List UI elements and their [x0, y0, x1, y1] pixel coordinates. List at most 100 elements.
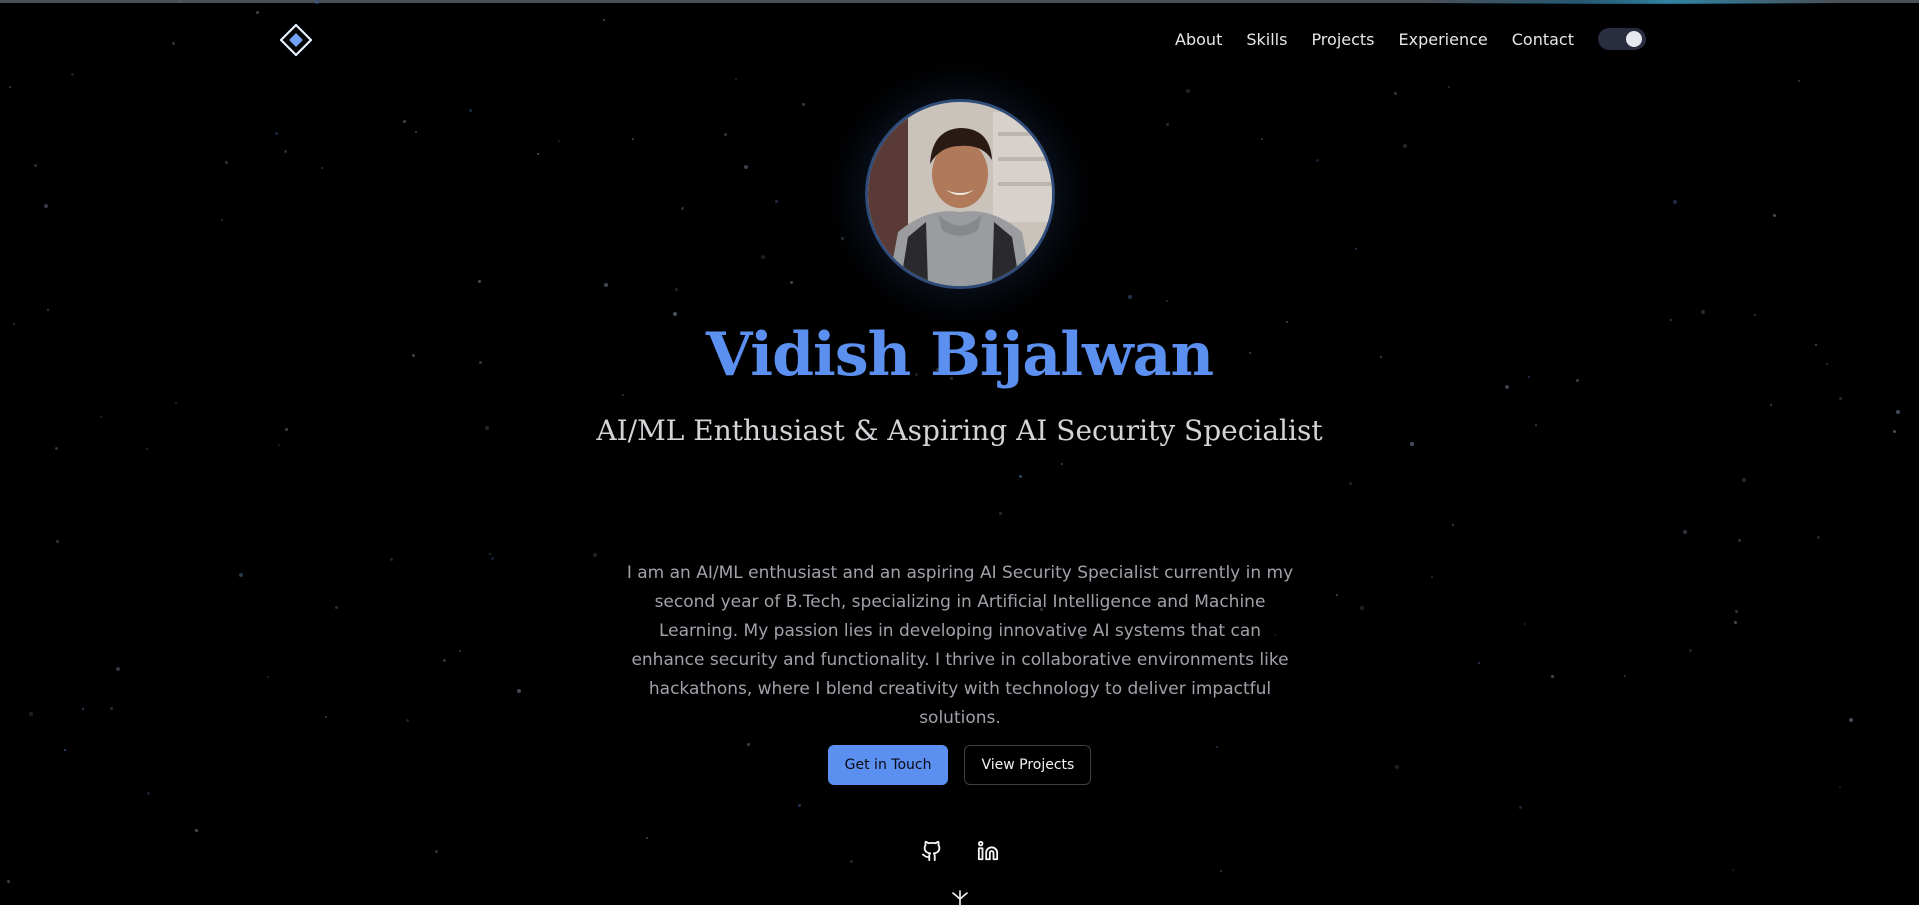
theme-toggle[interactable] — [1598, 28, 1646, 50]
star-dot — [1742, 478, 1746, 482]
avatar — [865, 99, 1055, 289]
star-dot — [55, 447, 58, 450]
star-dot — [7, 880, 10, 883]
star-dot — [44, 204, 48, 208]
get-in-touch-button[interactable]: Get in Touch — [827, 745, 949, 785]
star-dot — [116, 667, 120, 671]
star-dot — [622, 394, 624, 396]
star-dot — [1166, 300, 1168, 302]
star-dot — [1839, 786, 1841, 788]
star-dot — [558, 140, 560, 142]
nav-projects[interactable]: Projects — [1311, 30, 1374, 49]
star-dot — [221, 219, 223, 221]
star-dot — [284, 150, 287, 153]
star-dot — [1734, 621, 1737, 624]
star-dot — [491, 557, 494, 560]
star-dot — [673, 312, 677, 316]
star-dot — [29, 712, 33, 716]
star-dot — [1683, 530, 1687, 534]
nav-about[interactable]: About — [1175, 30, 1222, 49]
star-dot — [406, 719, 409, 722]
star-dot — [798, 804, 801, 807]
star-dot — [175, 402, 177, 404]
star-dot — [1061, 463, 1063, 465]
star-dot — [459, 650, 461, 652]
star-dot — [1452, 524, 1454, 526]
avatar-container — [865, 99, 1055, 289]
star-dot — [1220, 870, 1222, 872]
hero-actions: Get in Touch View Projects — [0, 745, 1919, 785]
star-dot — [802, 103, 805, 106]
star-dot — [1849, 718, 1853, 722]
star-dot — [403, 120, 406, 123]
star-dot — [146, 448, 148, 450]
star-dot — [841, 237, 844, 240]
nav-experience[interactable]: Experience — [1399, 30, 1488, 49]
star-dot — [321, 167, 323, 169]
star-dot — [1478, 662, 1480, 664]
star-dot — [1701, 310, 1705, 314]
github-icon[interactable] — [919, 838, 945, 864]
star-dot — [1349, 482, 1352, 485]
star-dot — [1524, 623, 1526, 625]
star-dot — [761, 255, 765, 259]
view-projects-button[interactable]: View Projects — [964, 745, 1092, 785]
diamond-logo-icon[interactable] — [279, 23, 313, 57]
star-dot — [469, 109, 472, 112]
star-dot — [1738, 539, 1741, 542]
star-dot — [1403, 144, 1407, 148]
star-dot — [632, 138, 634, 140]
star-dot — [1019, 475, 1022, 478]
star-dot — [325, 716, 327, 718]
star-dot — [1431, 576, 1433, 578]
star-dot — [147, 792, 150, 795]
star-dot — [390, 558, 393, 561]
star-dot — [1355, 248, 1357, 250]
scroll-down-icon[interactable] — [950, 890, 970, 905]
star-dot — [56, 540, 59, 543]
star-dot — [1551, 675, 1554, 678]
linkedin-icon[interactable] — [975, 838, 1001, 864]
star-dot — [1689, 649, 1692, 652]
main-nav: About Skills Projects Experience Contact — [1175, 28, 1646, 50]
star-dot — [604, 283, 608, 287]
star-dot — [999, 512, 1002, 515]
star-dot — [110, 707, 113, 710]
star-dot — [1773, 214, 1776, 217]
star-dot — [1732, 869, 1734, 871]
star-dot — [71, 73, 74, 76]
nav-contact[interactable]: Contact — [1512, 30, 1574, 49]
star-dot — [775, 200, 778, 203]
star-dot — [1735, 610, 1738, 613]
star-dot — [82, 708, 84, 710]
star-dot — [1798, 80, 1800, 82]
star-dot — [443, 659, 446, 662]
star-dot — [744, 165, 748, 169]
star-dot — [1448, 86, 1450, 88]
star-dot — [195, 829, 198, 832]
star-dot — [1394, 92, 1397, 95]
star-dot — [593, 553, 597, 557]
star-dot — [34, 164, 37, 167]
star-dot — [675, 288, 678, 291]
star-dot — [478, 280, 481, 283]
star-dot — [1839, 397, 1842, 400]
star-dot — [1673, 200, 1677, 204]
portfolio-page: About Skills Projects Experience Contact — [0, 0, 1919, 905]
star-dot — [267, 676, 269, 678]
star-dot — [1817, 536, 1820, 539]
star-dot — [1770, 404, 1772, 406]
star-dot — [239, 573, 243, 577]
star-dot — [256, 11, 259, 14]
star-dot — [1624, 675, 1626, 677]
star-dot — [790, 281, 793, 284]
profile-photo — [868, 102, 1052, 286]
nav-skills[interactable]: Skills — [1246, 30, 1287, 49]
hero-name: Vidish Bijalwan — [705, 320, 1214, 390]
star-dot — [603, 19, 605, 21]
hero-subtitle: AI/ML Enthusiast & Aspiring AI Security … — [596, 414, 1323, 447]
star-dot — [735, 78, 737, 80]
star-dot — [1128, 295, 1132, 299]
star-dot — [537, 153, 539, 155]
hero-bio: I am an AI/ML enthusiast and an aspiring… — [626, 563, 1294, 728]
